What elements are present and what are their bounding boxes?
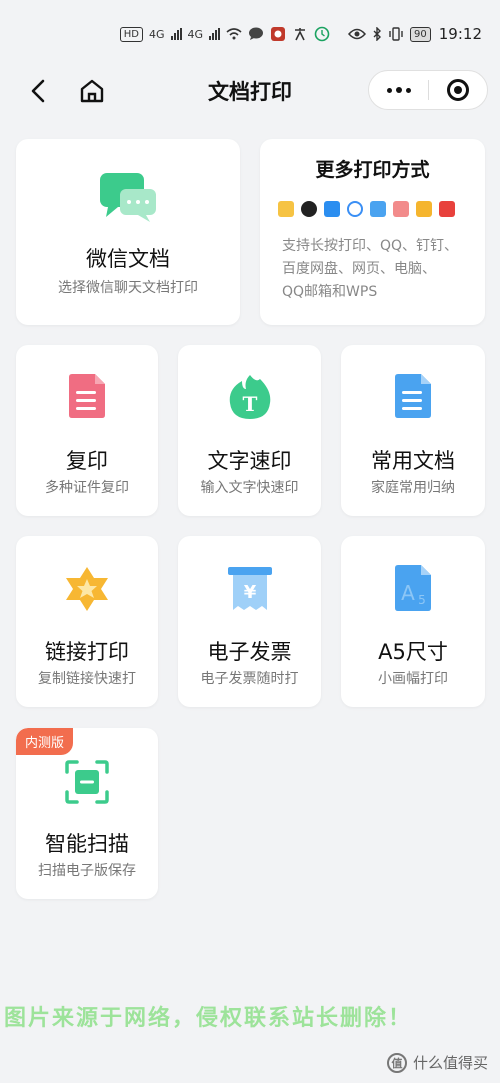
svg-text:¥: ¥	[243, 582, 256, 603]
link-print-card[interactable]: 链接打印 复制链接快速打	[16, 536, 158, 707]
hd-indicator: HD	[119, 26, 143, 42]
wechat-chat-icon	[100, 173, 156, 222]
dot-icon	[405, 87, 411, 93]
e-invoice-card[interactable]: ¥ 电子发票 电子发票随时打	[178, 536, 321, 707]
qq-mail-icon	[416, 201, 432, 217]
dingtalk-icon	[324, 201, 340, 217]
miniprogram-capsule	[368, 70, 488, 110]
status-icons: HD 4G 4G 90	[119, 26, 431, 42]
invoice-icon: ¥	[227, 567, 272, 610]
card-subtitle: 多种证件复印	[45, 480, 129, 496]
svg-text:T: T	[242, 392, 257, 416]
bluetooth-icon	[373, 27, 382, 41]
network-type-1: 4G	[148, 27, 165, 41]
source-brand: 值 什么值得买	[386, 1052, 488, 1073]
card-title: 智能扫描	[45, 832, 129, 856]
brand-name: 什么值得买	[412, 1054, 488, 1072]
a5-size-card[interactable]: A 5 A5尺寸 小画幅打印	[341, 536, 485, 707]
status-bar: HD 4G 4G 90 19:12	[0, 0, 500, 68]
card-title: 文字速印	[207, 449, 292, 473]
card-title: 链接打印	[45, 640, 129, 664]
watermark-text: 图片来源于网络，侵权联系站长删除！	[4, 1006, 413, 1031]
a5-paper-icon: A 5	[395, 565, 431, 611]
card-description: 支持长按打印、QQ、钉钉、 百度网盘、网页、电脑、 QQ邮箱和WPS	[282, 238, 459, 300]
svg-text:A: A	[401, 581, 415, 605]
card-subtitle: 电子发票随时打	[200, 671, 299, 687]
vibrate-icon	[389, 27, 403, 41]
navigation-bar: 文档打印	[0, 68, 500, 114]
back-arrow-icon[interactable]	[26, 78, 52, 104]
signal-icon	[170, 28, 182, 40]
zdm-logo-icon: 值	[386, 1052, 407, 1073]
dot-icon	[386, 87, 392, 93]
svg-text:5: 5	[418, 593, 426, 607]
more-menu-button[interactable]	[369, 71, 428, 109]
battery-icon: 90	[410, 26, 431, 42]
card-subtitle: 选择微信聊天文档打印	[58, 280, 198, 296]
computer-icon	[393, 201, 409, 217]
card-subtitle: 小画幅打印	[378, 671, 448, 687]
translate-notification-icon	[295, 28, 306, 41]
folder-icon	[278, 201, 294, 217]
flame-text-icon: T	[229, 375, 270, 419]
card-subtitle: 复制链接快速打	[38, 671, 136, 687]
card-title: 更多打印方式	[311, 155, 434, 182]
common-docs-card[interactable]: 常用文档 家庭常用归纳	[341, 345, 485, 516]
text-print-card[interactable]: T 文字速印 输入文字快速印	[178, 345, 321, 516]
document-icon	[69, 374, 105, 418]
card-title: 电子发票	[207, 640, 292, 664]
eye-icon	[348, 28, 367, 40]
close-miniprogram-button[interactable]	[429, 71, 487, 109]
webpage-icon	[370, 201, 386, 217]
app-icon-row	[278, 201, 455, 217]
card-title: A5尺寸	[378, 640, 448, 664]
clock-notification-icon	[314, 26, 330, 42]
smart-scan-card[interactable]: 内测版 智能扫描 扫描电子版保存	[16, 728, 158, 899]
document-icon	[395, 374, 431, 418]
wifi-icon	[226, 28, 242, 40]
scan-icon	[65, 760, 109, 804]
wps-icon	[439, 201, 455, 217]
qq-icon	[301, 201, 317, 217]
card-title: 微信文档	[86, 247, 170, 271]
chat-notification-icon	[249, 27, 264, 40]
baidu-netdisk-icon	[347, 201, 363, 217]
dot-icon	[395, 87, 402, 93]
more-print-methods-card[interactable]: 更多打印方式 支持长按打印、QQ、钉钉、 百度网盘、网页、电脑、 QQ邮箱和WP…	[260, 139, 485, 325]
card-title: 常用文档	[371, 449, 455, 473]
wechat-doc-card[interactable]: 微信文档 选择微信聊天文档打印	[16, 139, 240, 325]
copy-card[interactable]: 复印 多种证件复印	[16, 345, 158, 516]
star-badge-icon	[66, 567, 108, 611]
card-subtitle: 扫描电子版保存	[38, 863, 136, 879]
beta-badge: 内测版	[16, 728, 74, 755]
signal-icon-2	[209, 28, 221, 40]
target-icon	[446, 79, 469, 101]
clock-time: 19:12	[438, 25, 482, 43]
network-type-2: 4G	[187, 27, 204, 41]
card-subtitle: 家庭常用归纳	[371, 480, 455, 496]
card-subtitle: 输入文字快速印	[200, 480, 299, 496]
home-icon[interactable]	[78, 77, 106, 105]
card-title: 复印	[66, 449, 108, 473]
app-notification-icon	[271, 27, 286, 41]
